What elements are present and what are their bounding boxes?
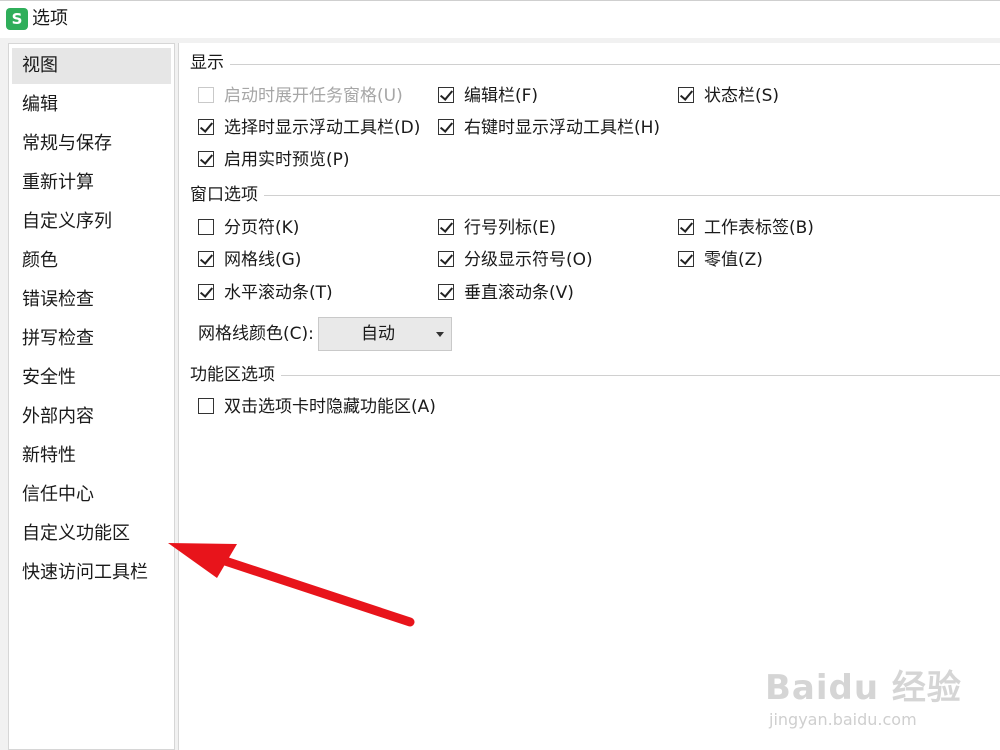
gridline-color-dropdown[interactable]: 自动 [318, 317, 452, 351]
checkmark-icon [439, 251, 454, 265]
checkbox-label: 双击选项卡时隐藏功能区(A) [224, 397, 436, 417]
sidebar-item-error-checking[interactable]: 错误检查 [12, 282, 171, 318]
checkmark-icon [199, 151, 214, 165]
sidebar-item-recalculate[interactable]: 重新计算 [12, 165, 171, 201]
checkbox-box [198, 251, 214, 267]
checkbox-box [198, 87, 214, 103]
sidebar-item-label: 外部内容 [22, 406, 94, 427]
checkbox-box [438, 284, 454, 300]
checkbox-box [438, 251, 454, 267]
checkbox-label: 分页符(K) [224, 218, 300, 238]
checkbox-box [678, 251, 694, 267]
checkbox-label: 网格线(G) [224, 250, 302, 270]
sidebar-item-external-content[interactable]: 外部内容 [12, 399, 171, 435]
group-title-window-options: 窗口选项 [190, 184, 264, 206]
sidebar-item-security[interactable]: 安全性 [12, 360, 171, 396]
checkbox-box [678, 219, 694, 235]
checkbox-label: 启动时展开任务窗格(U) [224, 86, 403, 106]
checkmark-icon [679, 251, 694, 265]
sidebar-item-custom-lists[interactable]: 自定义序列 [12, 204, 171, 240]
checkbox-box [438, 87, 454, 103]
checkmark-icon [679, 219, 694, 233]
checkbox-label: 编辑栏(F) [464, 86, 539, 106]
checkmark-icon [439, 219, 454, 233]
checkbox-label: 工作表标签(B) [704, 218, 814, 238]
watermark-url: jingyan.baidu.com [769, 710, 917, 729]
checkbox-box [198, 284, 214, 300]
checkmark-icon [439, 119, 454, 133]
sidebar-item-spell-check[interactable]: 拼写检查 [12, 321, 171, 357]
sidebar-item-new-features[interactable]: 新特性 [12, 438, 171, 474]
checkbox-label: 右键时显示浮动工具栏(H) [464, 118, 661, 138]
checkbox-label: 水平滚动条(T) [224, 283, 333, 303]
checkmark-icon [439, 87, 454, 101]
checkmark-icon [679, 87, 694, 101]
checkmark-icon [199, 284, 214, 298]
sidebar-item-edit[interactable]: 编辑 [12, 87, 171, 123]
sidebar-item-trust-center[interactable]: 信任中心 [12, 477, 171, 513]
sidebar-item-customize-ribbon[interactable]: 自定义功能区 [12, 516, 171, 552]
checkbox-label: 垂直滚动条(V) [464, 283, 574, 303]
sidebar-item-general-save[interactable]: 常规与保存 [12, 126, 171, 162]
sidebar-item-label: 拼写检查 [22, 328, 94, 349]
checkmark-icon [439, 284, 454, 298]
group-divider [264, 195, 1000, 196]
sidebar-item-label: 视图 [22, 55, 58, 76]
checkbox-box [678, 87, 694, 103]
sidebar-item-label: 新特性 [22, 445, 76, 466]
checkbox-label: 零值(Z) [704, 250, 763, 270]
checkbox-label: 行号列标(E) [464, 218, 557, 238]
checkbox-box [438, 119, 454, 135]
sidebar-item-label: 安全性 [22, 367, 76, 388]
sidebar-item-label: 错误检查 [22, 289, 94, 310]
title-bar-border [0, 0, 1000, 1]
checkmark-icon [199, 119, 214, 133]
checkbox-label: 选择时显示浮动工具栏(D) [224, 118, 421, 138]
sidebar-item-label: 常规与保存 [22, 133, 112, 154]
sidebar-item-label: 信任中心 [22, 484, 94, 505]
checkmark-icon [199, 251, 214, 265]
group-divider [281, 375, 1000, 376]
window-title: 选项 [32, 8, 68, 29]
title-bar: S 选项 [0, 0, 1000, 38]
checkbox-box [198, 398, 214, 414]
wps-spreadsheet-app-icon: S [6, 8, 28, 30]
sidebar-item-quick-access-toolbar[interactable]: 快速访问工具栏 [12, 555, 171, 591]
sidebar-item-view[interactable]: 视图 [12, 48, 171, 84]
checkbox-box [438, 219, 454, 235]
checkbox-label: 启用实时预览(P) [224, 150, 350, 170]
checkbox-box [198, 219, 214, 235]
sidebar-item-label: 编辑 [22, 94, 58, 115]
group-title-display: 显示 [190, 52, 230, 74]
checkbox-box [198, 151, 214, 167]
chevron-down-icon [436, 332, 444, 337]
category-sidebar: 视图 编辑 常规与保存 重新计算 自定义序列 颜色 错误检查 拼写检查 安全性 … [8, 43, 175, 750]
checkbox-label: 分级显示符号(O) [464, 250, 593, 270]
sidebar-item-label: 自定义功能区 [22, 523, 130, 544]
checkbox-label: 状态栏(S) [704, 86, 780, 106]
sidebar-item-label: 自定义序列 [22, 211, 112, 232]
baidu-jingyan-watermark: Baidu 经验 jingyan.baidu.com [765, 640, 990, 740]
sidebar-item-label: 重新计算 [22, 172, 94, 193]
group-title-ribbon-options: 功能区选项 [190, 364, 281, 386]
sidebar-item-colors[interactable]: 颜色 [12, 243, 171, 279]
gridline-color-label: 网格线颜色(C): [198, 324, 314, 344]
sidebar-item-label: 颜色 [22, 250, 58, 271]
sidebar-item-label: 快速访问工具栏 [22, 562, 148, 583]
watermark-logo: Baidu 经验 [765, 668, 962, 708]
checkbox-box [198, 119, 214, 135]
group-divider [230, 64, 1000, 65]
gridline-color-value: 自动 [361, 324, 395, 344]
